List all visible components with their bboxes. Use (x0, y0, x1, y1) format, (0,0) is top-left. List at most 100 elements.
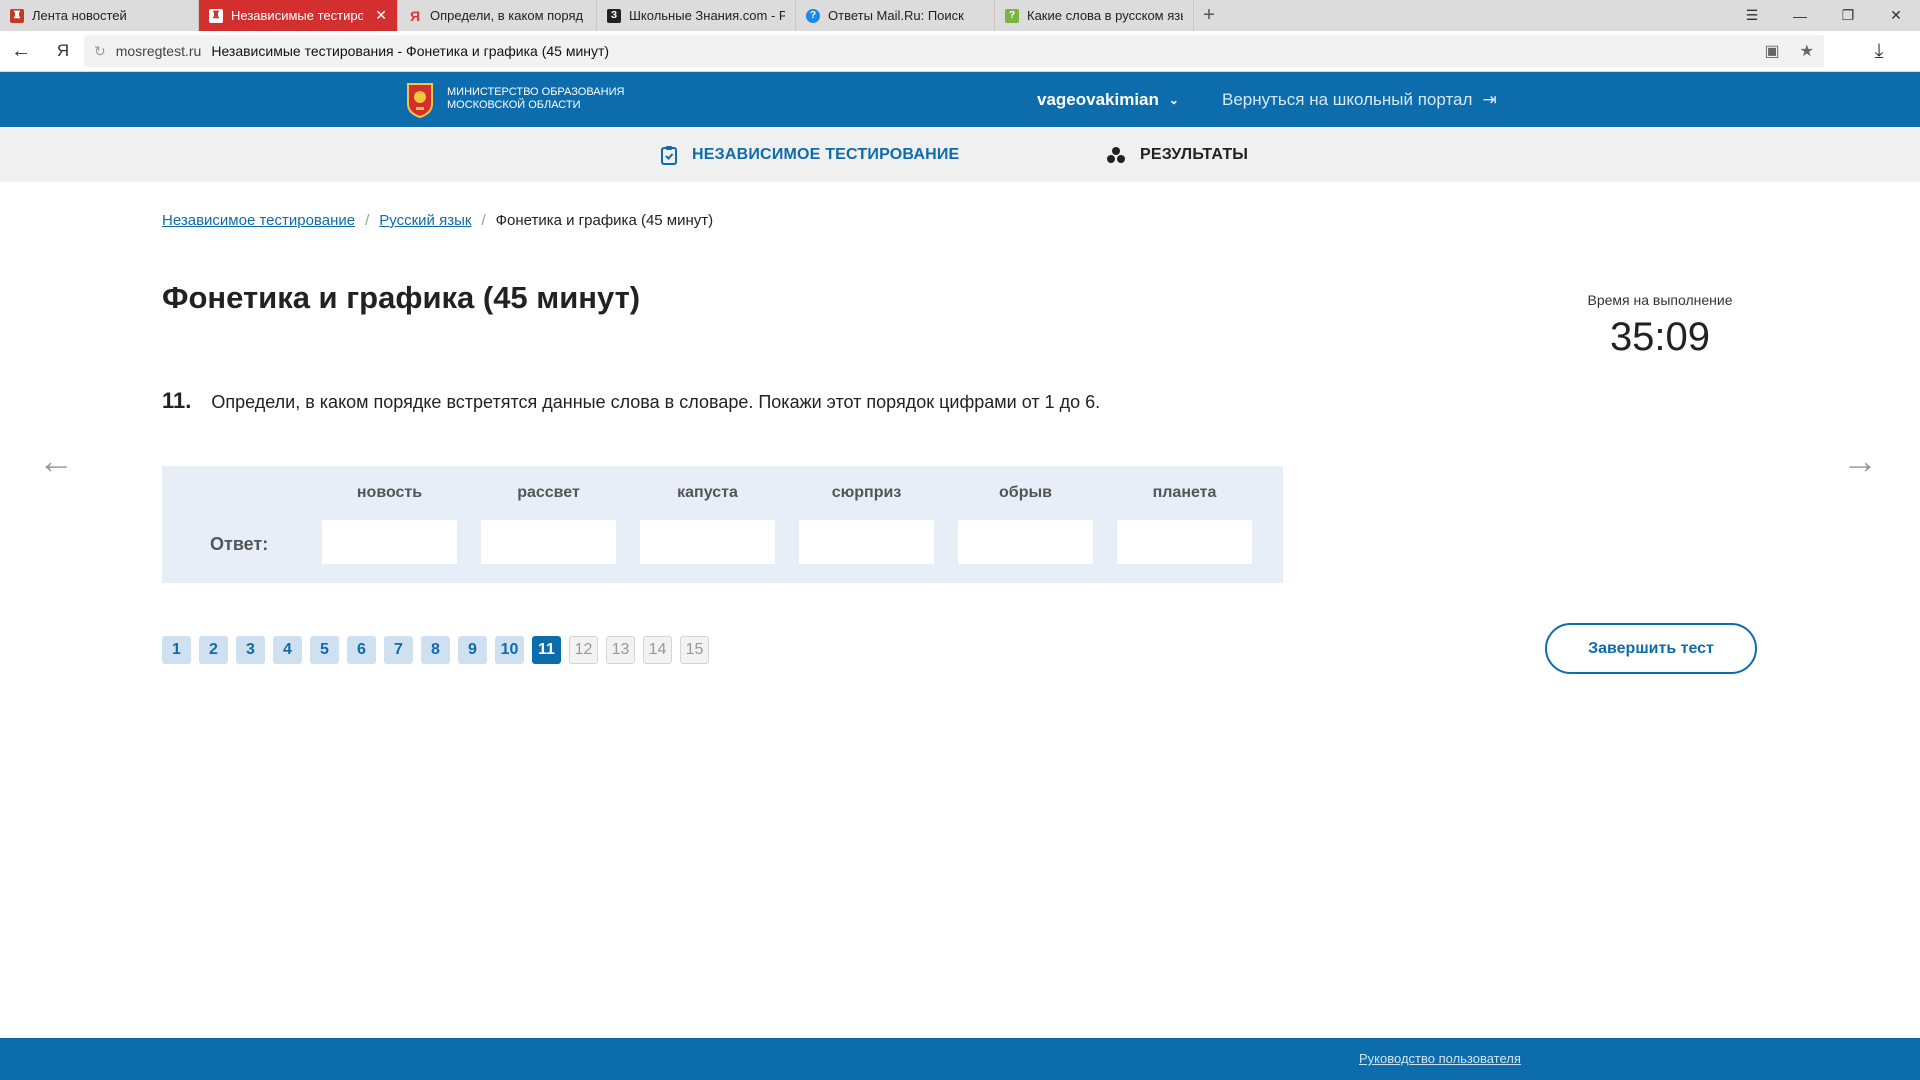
word-label: новость (356, 484, 423, 501)
username: vageovakimian (1037, 89, 1159, 109)
next-question-arrow-icon[interactable]: → (1842, 440, 1878, 482)
close-window-icon[interactable]: ✕ (1872, 0, 1920, 31)
msk-emblem-icon: ♜ (10, 8, 24, 23)
nav-results-label: РЕЗУЛЬТАТЫ (1140, 145, 1249, 163)
mailru-answers-icon: ? (806, 8, 820, 23)
nav-independent-testing-label: НЕЗАВИСИМОЕ ТЕСТИРОВАНИЕ (692, 145, 960, 163)
new-tab-button[interactable]: + (1194, 0, 1224, 31)
browser-tab[interactable]: Я Определи, в каком поряд (398, 0, 597, 31)
msk-emblem-icon: ♜ (209, 8, 223, 23)
page-button[interactable]: 1 (162, 636, 191, 664)
footer: Руководство пользователя (0, 1038, 1920, 1080)
page-button-current[interactable]: 11 (532, 636, 561, 664)
browser-tab[interactable]: ? Какие слова в русском язы (995, 0, 1194, 31)
lock-icon[interactable]: ▣ (1765, 41, 1780, 61)
browser-tab[interactable]: ? Ответы Mail.Ru: Поиск (796, 0, 995, 31)
bookmark-star-icon[interactable]: ★ (1800, 41, 1814, 61)
menu-icon[interactable]: ☰ (1728, 0, 1776, 31)
page-button[interactable]: 3 (236, 636, 265, 664)
word-columns: новость рассвет капуста сюрприз обрыв пл… (322, 484, 1252, 564)
page-button[interactable]: 14 (643, 636, 672, 664)
tab-label: Школьные Знания.com - Ре (629, 8, 785, 23)
question-number: 11. (162, 388, 192, 413)
page-button[interactable]: 7 (384, 636, 413, 664)
word-column: сюрприз (799, 484, 934, 564)
question-pager: 1 2 3 4 5 6 7 8 9 10 11 12 13 14 15 (162, 636, 709, 664)
order-input[interactable] (481, 520, 616, 564)
page-button[interactable]: 5 (310, 636, 339, 664)
order-input[interactable] (640, 520, 775, 564)
question-text: Определи, в каком порядке встретятся дан… (211, 392, 1101, 412)
browser-tab[interactable]: ♜ Лента новостей (0, 0, 199, 31)
user-guide-link[interactable]: Руководство пользователя (1359, 1051, 1521, 1066)
word-column: рассвет (481, 484, 616, 564)
url-field[interactable]: ↻ mosregtest.ru Независимые тестирования… (84, 35, 1824, 67)
tab-label: Независимые тестирова (231, 8, 363, 23)
breadcrumb-link-testing[interactable]: Независимое тестирование (162, 212, 355, 229)
back-arrow-icon[interactable]: ← (0, 31, 42, 72)
order-input[interactable] (958, 520, 1093, 564)
browser-tabstrip: ♜ Лента новостей ♜ Независимые тестирова… (0, 0, 1920, 31)
word-column: обрыв (958, 484, 1093, 564)
answer-label: Ответ: (210, 534, 269, 554)
browser-tab-active[interactable]: ♜ Независимые тестирова ✕ (199, 0, 398, 31)
word-column: новость (322, 484, 457, 564)
clipboard-icon (661, 145, 677, 165)
page-button[interactable]: 6 (347, 636, 376, 664)
reload-icon[interactable]: ↻ (94, 43, 106, 60)
page-button[interactable]: 8 (421, 636, 450, 664)
download-icon[interactable]: ⤓ (1858, 31, 1900, 72)
back-to-portal-label: Вернуться на школьный портал (1222, 89, 1473, 109)
yandex-home-icon[interactable]: Я (42, 31, 84, 72)
timer-label: Время на выполнение (1587, 292, 1733, 308)
browser-tab[interactable]: З Школьные Знания.com - Ре (597, 0, 796, 31)
back-to-portal-link[interactable]: Вернуться на школьный портал ⇥ (1222, 72, 1497, 127)
sub-navigation: НЕЗАВИСИМОЕ ТЕСТИРОВАНИЕ РЕЗУЛЬТАТЫ (0, 127, 1920, 182)
order-input[interactable] (322, 520, 457, 564)
tab-label: Определи, в каком поряд (430, 8, 584, 23)
address-bar: ← Я ↻ mosregtest.ru Независимые тестиров… (0, 31, 1920, 72)
page-button[interactable]: 10 (495, 636, 524, 664)
chevron-down-icon: ⌄ (1168, 92, 1179, 107)
nav-independent-testing[interactable]: НЕЗАВИСИМОЕ ТЕСТИРОВАНИЕ (660, 127, 959, 182)
question: 11. Определи, в каком порядке встретятся… (162, 388, 1100, 414)
page-button[interactable]: 12 (569, 636, 598, 664)
order-input[interactable] (799, 520, 934, 564)
page-button[interactable]: 13 (606, 636, 635, 664)
results-icon (1107, 146, 1125, 163)
tab-label: Какие слова в русском язы (1027, 8, 1183, 23)
restore-icon[interactable]: ❐ (1824, 0, 1872, 31)
timer-value: 35:09 (1609, 315, 1711, 359)
page-button[interactable]: 4 (273, 636, 302, 664)
nav-results[interactable]: РЕЗУЛЬТАТЫ (1106, 127, 1248, 182)
word-label: сюрприз (831, 484, 902, 501)
doc-icon: ? (1005, 8, 1019, 23)
breadcrumb-separator: / (365, 212, 370, 229)
tab-label: Лента новостей (32, 8, 127, 23)
breadcrumb-separator: / (481, 212, 486, 229)
tab-label: Ответы Mail.Ru: Поиск (828, 8, 964, 23)
breadcrumb: Независимое тестирование / Русский язык … (162, 212, 713, 229)
order-input[interactable] (1117, 520, 1252, 564)
ministry-line2: Московской области (447, 99, 581, 111)
ministry-logo[interactable]: Министерство образования Московской обла… (405, 80, 624, 118)
breadcrumb-link-russian[interactable]: Русский язык (379, 212, 471, 229)
word-label: капуста (677, 484, 738, 501)
prev-question-arrow-icon[interactable]: ← (38, 440, 74, 482)
msk-emblem-icon (407, 83, 433, 118)
breadcrumb-current: Фонетика и графика (45 минут) (495, 212, 714, 229)
page-button[interactable]: 2 (199, 636, 228, 664)
word-label: обрыв (999, 484, 1052, 501)
page-title: Фонетика и графика (45 минут) (162, 280, 641, 315)
page-button[interactable]: 9 (458, 636, 487, 664)
minimize-icon[interactable]: — (1776, 0, 1824, 31)
page-button[interactable]: 15 (680, 636, 709, 664)
word-label: рассвет (517, 484, 580, 501)
url-domain: mosregtest.ru (115, 43, 202, 59)
exit-icon: ⇥ (1482, 89, 1497, 109)
finish-test-button[interactable]: Завершить тест (1545, 623, 1757, 674)
word-column: планета (1117, 484, 1252, 564)
user-menu[interactable]: vageovakimian ⌄ (1037, 72, 1179, 127)
close-icon[interactable]: ✕ (375, 7, 387, 24)
ministry-line1: Министерство образования (447, 86, 625, 98)
